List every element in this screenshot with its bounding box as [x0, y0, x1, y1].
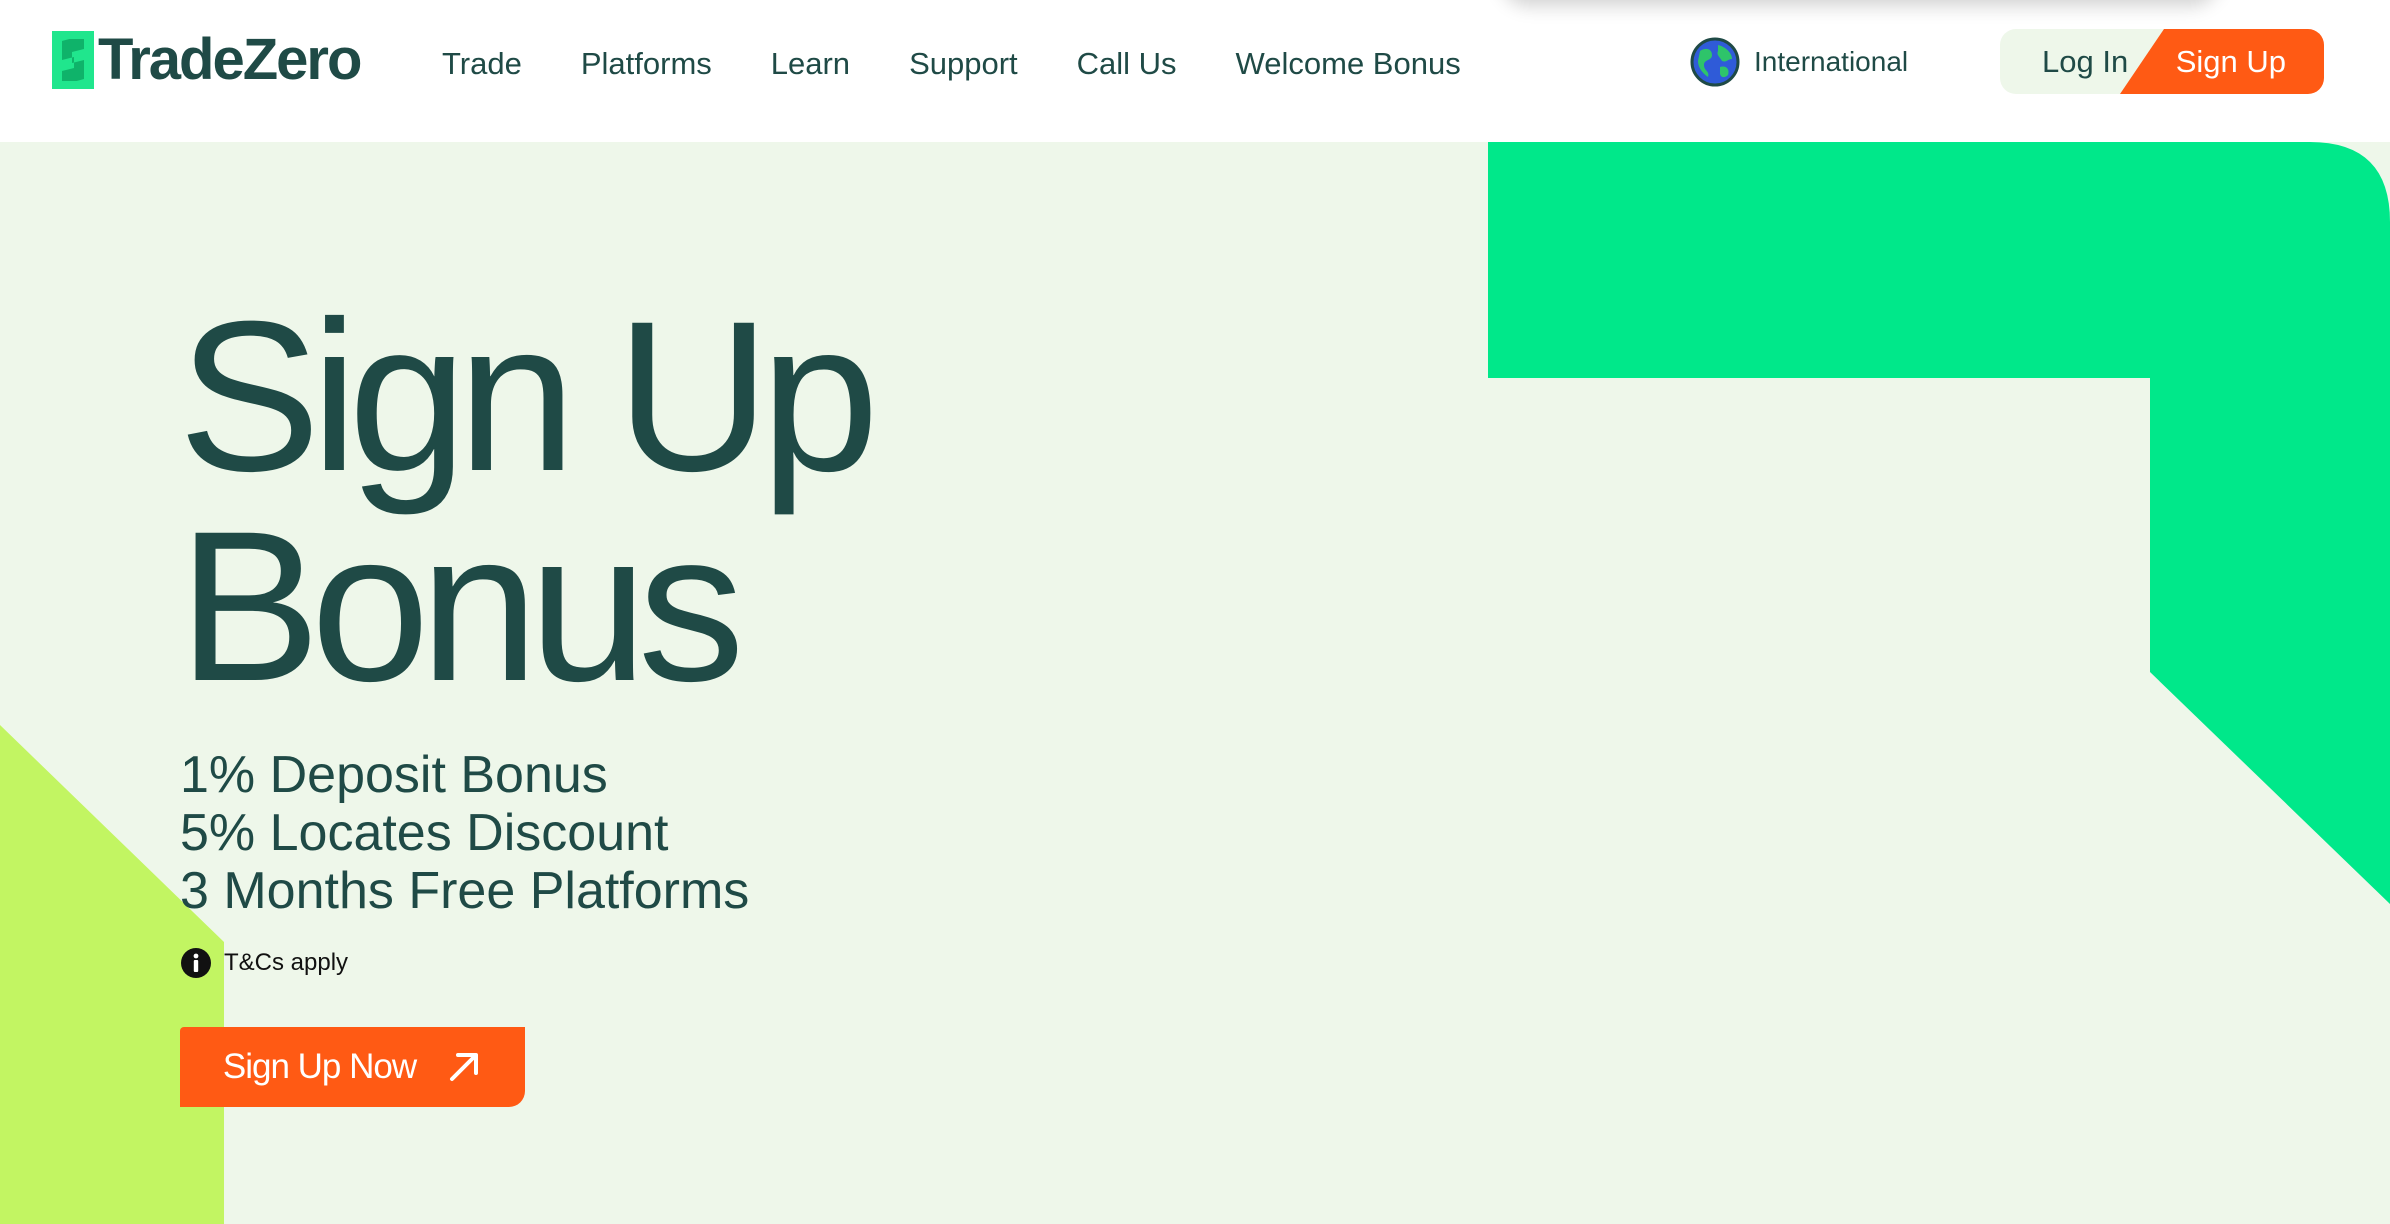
cta-label: Sign Up Now [222, 1047, 417, 1086]
perk-list: 1% Deposit Bonus 5% Locates Discount 3 M… [180, 746, 749, 920]
nav-item-platforms[interactable]: Platforms [581, 38, 712, 90]
perk-item: 1% Deposit Bonus [180, 746, 608, 804]
perk-item: 5% Locates Discount [180, 804, 669, 862]
hero-title-line-1: Sign Up [178, 277, 879, 516]
hero-section: Sign Up Bonus 1% Deposit Bonus 5% Locate… [0, 142, 2390, 1224]
brand-logo[interactable]: TradeZero [52, 27, 362, 92]
site-header: TradeZero Trade Platforms Learn Support … [0, 0, 2390, 142]
region-label: International [1754, 46, 1909, 77]
hero-title-line-2: Bonus [178, 487, 745, 726]
logo-mark-icon [52, 31, 94, 89]
nav-item-trade[interactable]: Trade [442, 38, 522, 90]
globe-icon [1690, 37, 1740, 87]
terms-note[interactable]: T&Cs apply [180, 946, 348, 980]
sign-up-now-button[interactable]: Sign Up Now [180, 1027, 525, 1107]
nav-item-support[interactable]: Support [909, 38, 1018, 90]
info-icon [181, 948, 211, 978]
nav-item-welcome-bonus[interactable]: Welcome Bonus [1236, 38, 1461, 90]
arrow-up-right-icon [450, 1053, 479, 1081]
nav-item-call-us[interactable]: Call Us [1077, 38, 1177, 90]
brand-name: TradeZero [98, 27, 362, 92]
nav-item-learn[interactable]: Learn [771, 38, 850, 90]
region-selector[interactable]: International [1690, 36, 1908, 88]
hero-title: Sign Up Bonus [178, 277, 879, 726]
terms-label: T&Cs apply [224, 949, 349, 976]
perk-item: 3 Months Free Platforms [180, 862, 750, 920]
auth-buttons: Log In Sign Up [2000, 29, 2324, 94]
main-nav: Trade Platforms Learn Support Call Us We… [442, 38, 1461, 90]
